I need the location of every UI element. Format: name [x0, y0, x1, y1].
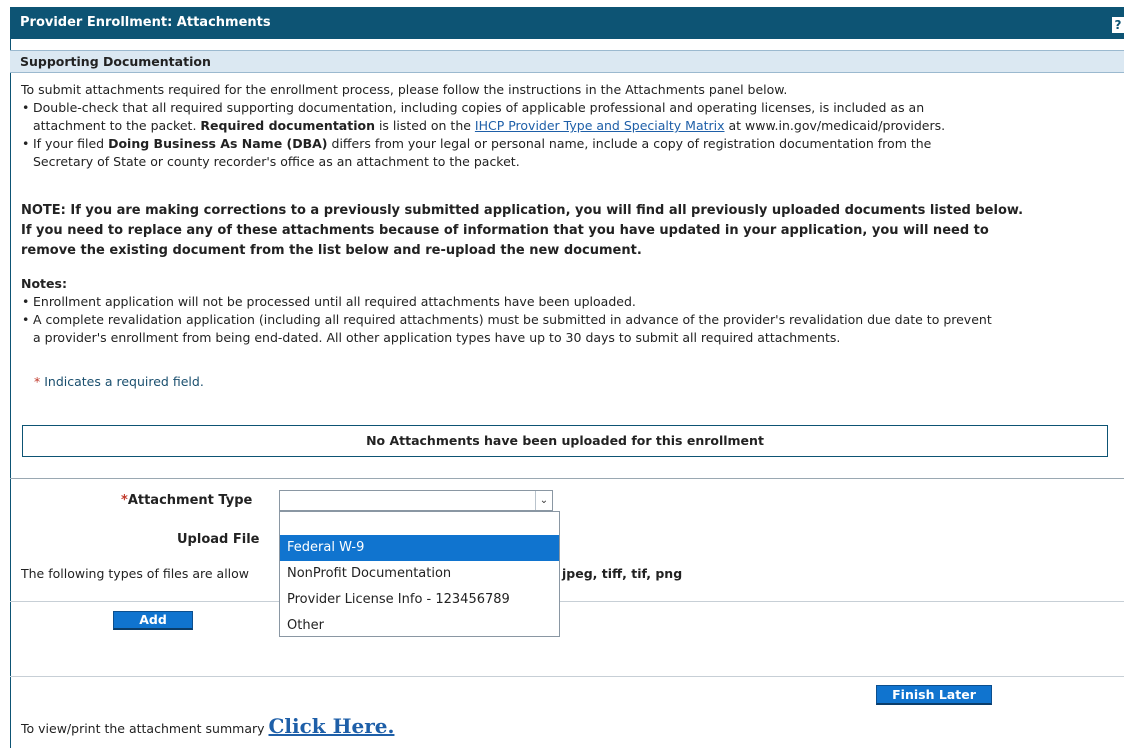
required-legend-text: Indicates a required field.	[44, 374, 204, 389]
provider-matrix-link[interactable]: IHCP Provider Type and Specialty Matrix	[475, 118, 725, 133]
summary-line: To view/print the attachment summary Cli…	[21, 712, 394, 743]
file-types-text-end: jpeg, tiff, tif, png	[562, 566, 683, 581]
intro-bullet-1-line-1: • Double-check that all required supporti…	[22, 100, 925, 115]
no-attachments-message: No Attachments have been uploaded for th…	[22, 425, 1108, 457]
divider	[10, 478, 1124, 479]
summary-text: To view/print the attachment summary	[21, 721, 269, 736]
intro-bullet-2-line-1: • If your filed Doing Business As Name (D…	[22, 136, 932, 151]
help-icon[interactable]: ?	[1112, 17, 1124, 33]
page-title: Provider Enrollment: Attachments	[20, 15, 271, 30]
divider	[10, 601, 1124, 602]
bullet-dot: •	[22, 100, 30, 115]
section-header: Supporting Documentation	[10, 50, 1124, 73]
bullet-dot: •	[22, 136, 30, 151]
notes-bullet-1: • Enrollment application will not be proc…	[22, 294, 636, 309]
page-header: Provider Enrollment: Attachments ?	[10, 7, 1124, 39]
finish-later-button[interactable]: Finish Later	[876, 685, 992, 705]
bullet-dot: •	[22, 294, 30, 309]
upload-file-label: Upload File	[177, 532, 260, 547]
file-types-text-start: The following types of files are allow	[21, 566, 250, 581]
divider	[10, 676, 1124, 677]
attachment-type-label: *Attachment Type	[121, 493, 253, 508]
correction-note: NOTE: If you are making corrections to a…	[21, 203, 1024, 258]
attachment-type-select[interactable]: ⌄	[279, 490, 553, 511]
dropdown-option-nonprofit[interactable]: NonProfit Documentation	[280, 561, 559, 587]
add-button[interactable]: Add	[113, 611, 193, 630]
summary-click-here-link[interactable]: Click Here.	[269, 714, 395, 738]
dropdown-option-blank[interactable]	[280, 512, 559, 535]
notes-bullet-2-line-1: • A complete revalidation application (in…	[22, 312, 992, 327]
section-title: Supporting Documentation	[20, 54, 211, 69]
dropdown-option-provider-license[interactable]: Provider License Info - 123456789	[280, 587, 559, 613]
intro-bullet-2-line-2: Secretary of State or county recorder's …	[33, 154, 520, 169]
required-marker: *	[34, 374, 41, 389]
intro-bullet-1-line-2: attachment to the packet. Required docum…	[33, 118, 946, 133]
attachment-type-dropdown[interactable]: Federal W-9 NonProfit Documentation Prov…	[279, 511, 560, 637]
dropdown-option-other[interactable]: Other	[280, 613, 559, 639]
required-legend: * Indicates a required field.	[34, 373, 204, 391]
bullet-dot: •	[22, 312, 30, 327]
intro-text: To submit attachments required for the e…	[21, 82, 788, 97]
notes-title: Notes:	[21, 276, 67, 291]
dropdown-option-federal-w9[interactable]: Federal W-9	[280, 535, 559, 561]
notes-bullet-2-line-2: a provider's enrollment from being end-d…	[33, 330, 841, 345]
chevron-down-icon[interactable]: ⌄	[535, 491, 552, 510]
